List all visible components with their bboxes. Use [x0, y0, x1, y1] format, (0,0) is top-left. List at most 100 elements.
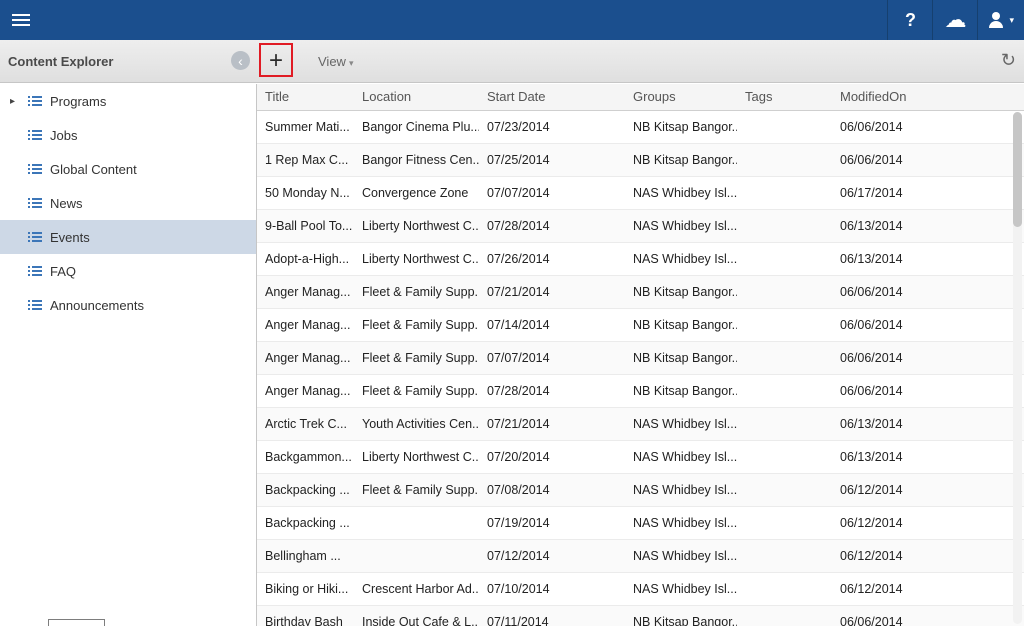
- table-cell: [354, 506, 479, 539]
- table-row[interactable]: 50 Monday N...Convergence Zone07/07/2014…: [257, 176, 1024, 209]
- column-header-title[interactable]: Title: [257, 84, 354, 110]
- table-row[interactable]: Summer Mati...Bangor Cinema Plu...07/23/…: [257, 110, 1024, 143]
- table-cell: Youth Activities Cen...: [354, 407, 479, 440]
- topbar-actions: ? ☁ ▾: [887, 0, 1024, 40]
- table-cell: 06/13/2014: [832, 209, 1024, 242]
- table-body: Summer Mati...Bangor Cinema Plu...07/23/…: [257, 110, 1024, 626]
- table-cell: 07/20/2014: [479, 440, 625, 473]
- collapse-back-button[interactable]: ‹: [231, 51, 250, 70]
- view-dropdown[interactable]: View▾: [318, 54, 353, 69]
- table-cell: Bellingham ...: [257, 539, 354, 572]
- table-header-row: TitleLocationStart DateGroupsTagsModifie…: [257, 84, 1024, 110]
- table-row[interactable]: Adopt-a-High...Liberty Northwest C...07/…: [257, 242, 1024, 275]
- column-header-modifiedon[interactable]: ModifiedOn: [832, 84, 1024, 110]
- table-row[interactable]: Anger Manag...Fleet & Family Supp...07/2…: [257, 374, 1024, 407]
- table-cell: Liberty Northwest C...: [354, 440, 479, 473]
- table-row[interactable]: Bellingham ...07/12/2014NAS Whidbey Isl.…: [257, 539, 1024, 572]
- table-cell: Liberty Northwest C...: [354, 209, 479, 242]
- table-row[interactable]: Biking or Hiki...Crescent Harbor Ad...07…: [257, 572, 1024, 605]
- table-row[interactable]: Backgammon...Liberty Northwest C...07/20…: [257, 440, 1024, 473]
- column-header-tags[interactable]: Tags: [737, 84, 832, 110]
- table-cell: Anger Manag...: [257, 308, 354, 341]
- list-icon: [28, 94, 42, 108]
- table-cell: 07/11/2014: [479, 605, 625, 626]
- table-cell: 07/07/2014: [479, 176, 625, 209]
- sidebar-item-programs[interactable]: ▸Programs: [0, 84, 256, 118]
- hamburger-icon[interactable]: [0, 0, 42, 40]
- table-cell: NAS Whidbey Isl...: [625, 539, 737, 572]
- table-cell: Anger Manag...: [257, 341, 354, 374]
- table-cell: Liberty Northwest C...: [354, 242, 479, 275]
- sidebar-item-label: Events: [50, 230, 90, 245]
- table-cell: NAS Whidbey Isl...: [625, 572, 737, 605]
- table-row[interactable]: Backpacking ...07/19/2014NAS Whidbey Isl…: [257, 506, 1024, 539]
- sidebar-item-label: Jobs: [50, 128, 77, 143]
- table-cell: [737, 242, 832, 275]
- table-cell: NB Kitsap Bangor...: [625, 275, 737, 308]
- column-header-location[interactable]: Location: [354, 84, 479, 110]
- column-header-groups[interactable]: Groups: [625, 84, 737, 110]
- table-cell: [737, 176, 832, 209]
- refresh-button[interactable]: ↻: [1001, 50, 1016, 71]
- table-row[interactable]: 1 Rep Max C...Bangor Fitness Cen...07/25…: [257, 143, 1024, 176]
- table-cell: 06/12/2014: [832, 506, 1024, 539]
- sidebar-item-jobs[interactable]: Jobs: [0, 118, 256, 152]
- table-cell: Fleet & Family Supp...: [354, 341, 479, 374]
- expand-arrow-icon[interactable]: ▸: [10, 96, 15, 107]
- table-cell: Fleet & Family Supp...: [354, 374, 479, 407]
- column-header-start-date[interactable]: Start Date: [479, 84, 625, 110]
- table-cell: Biking or Hiki...: [257, 572, 354, 605]
- table-cell: 07/08/2014: [479, 473, 625, 506]
- table-cell: 06/06/2014: [832, 341, 1024, 374]
- table-row[interactable]: Anger Manag...Fleet & Family Supp...07/0…: [257, 341, 1024, 374]
- table-cell: 06/06/2014: [832, 143, 1024, 176]
- chevron-down-icon: ▾: [1009, 15, 1014, 26]
- table-cell: 07/23/2014: [479, 110, 625, 143]
- cloud-button[interactable]: ☁: [932, 0, 977, 40]
- user-menu-button[interactable]: ▾: [977, 0, 1024, 40]
- scrollbar-thumb[interactable]: [1013, 112, 1022, 227]
- list-icon: [28, 298, 42, 312]
- list-icon: [28, 230, 42, 244]
- table-cell: Bangor Cinema Plu...: [354, 110, 479, 143]
- sidebar-item-events[interactable]: Events: [0, 220, 256, 254]
- table-cell: Arctic Trek C...: [257, 407, 354, 440]
- sidebar-item-news[interactable]: News: [0, 186, 256, 220]
- table-row[interactable]: Birthday BashInside Out Cafe & L...07/11…: [257, 605, 1024, 626]
- vertical-scrollbar[interactable]: [1013, 112, 1022, 624]
- list-icon: [28, 128, 42, 142]
- table-cell: [737, 539, 832, 572]
- add-button[interactable]: +: [263, 48, 289, 74]
- table-cell: Backpacking ...: [257, 506, 354, 539]
- sidebar-item-announcements[interactable]: Announcements: [0, 288, 256, 322]
- table-cell: Adopt-a-High...: [257, 242, 354, 275]
- table-cell: 07/26/2014: [479, 242, 625, 275]
- table-cell: 06/06/2014: [832, 110, 1024, 143]
- events-table-container: TitleLocationStart DateGroupsTagsModifie…: [257, 84, 1024, 626]
- content-area: ▸Programs Jobs Global ContentNews Events FAQ…: [0, 84, 1024, 626]
- table-cell: [737, 440, 832, 473]
- help-button[interactable]: ?: [887, 0, 932, 40]
- table-cell: 9-Ball Pool To...: [257, 209, 354, 242]
- table-cell: NB Kitsap Bangor...: [625, 341, 737, 374]
- table-row[interactable]: 9-Ball Pool To...Liberty Northwest C... 0…: [257, 209, 1024, 242]
- table-cell: NAS Whidbey Isl...: [625, 440, 737, 473]
- list-icon: [28, 162, 42, 176]
- table-row[interactable]: Anger Manag...Fleet & Family Supp...07/1…: [257, 308, 1024, 341]
- list-icon: [28, 264, 42, 278]
- table-cell: NAS Whidbey Isl...: [625, 242, 737, 275]
- toolbar: Content Explorer ‹ + View▾ ↻: [0, 40, 1024, 83]
- sidebar-item-global-content[interactable]: Global Content: [0, 152, 256, 186]
- table-row[interactable]: Backpacking ...Fleet & Family Supp...07/…: [257, 473, 1024, 506]
- table-cell: 50 Monday N...: [257, 176, 354, 209]
- table-cell: Bangor Fitness Cen...: [354, 143, 479, 176]
- list-icon: [28, 196, 42, 210]
- table-row[interactable]: Anger Manag...Fleet & Family Supp...07/2…: [257, 275, 1024, 308]
- table-cell: Backpacking ...: [257, 473, 354, 506]
- sidebar-item-faq[interactable]: FAQ: [0, 254, 256, 288]
- table-cell: Anger Manag...: [257, 374, 354, 407]
- table-cell: NB Kitsap Bangor...: [625, 308, 737, 341]
- table-cell: [737, 308, 832, 341]
- table-row[interactable]: Arctic Trek C...Youth Activities Cen...0…: [257, 407, 1024, 440]
- sidebar: ▸Programs Jobs Global ContentNews Events FAQ…: [0, 84, 257, 626]
